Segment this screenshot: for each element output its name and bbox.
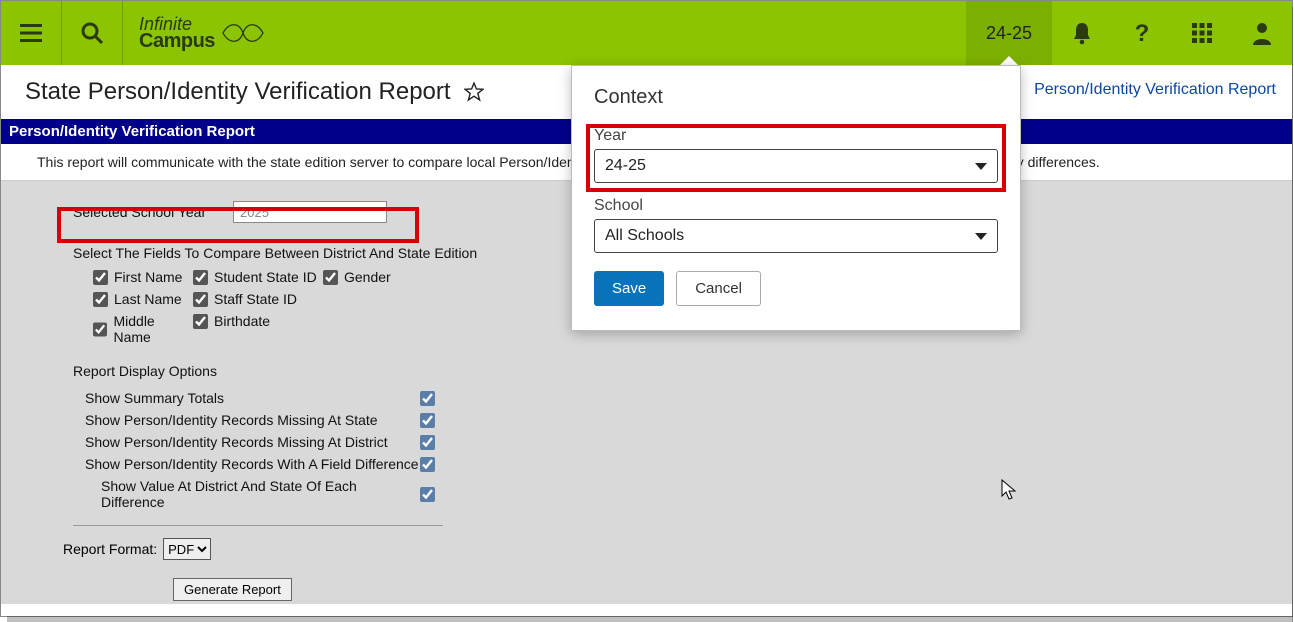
- chevron-down-icon: [975, 163, 987, 170]
- user-icon: [1251, 21, 1273, 45]
- year-context-button[interactable]: 24-25: [966, 1, 1052, 65]
- year-context-label: 24-25: [986, 23, 1032, 44]
- opt-field-diff-label: Show Person/Identity Records With A Fiel…: [85, 456, 419, 472]
- help-icon: ?: [1131, 21, 1153, 45]
- report-format-select[interactable]: PDF: [163, 538, 211, 560]
- search-button[interactable]: [62, 1, 122, 65]
- check-middle-name-label: Middle Name: [113, 313, 193, 345]
- apps-button[interactable]: [1172, 1, 1232, 65]
- topbar: Infinite Campus 24-25 ?: [1, 1, 1292, 65]
- breadcrumb-link[interactable]: Person/Identity Verification Report: [1034, 81, 1276, 99]
- context-year-value: 24-25: [605, 157, 646, 175]
- context-school-dropdown[interactable]: All Schools: [594, 219, 998, 253]
- opt-value-diff-label: Show Value At District And State Of Each…: [101, 478, 420, 510]
- divider: [73, 525, 443, 526]
- chevron-down-icon: [975, 233, 987, 240]
- check-first-name[interactable]: [93, 270, 108, 285]
- opt-field-diff[interactable]: [420, 457, 435, 472]
- opt-summary-label: Show Summary Totals: [85, 390, 224, 406]
- favorite-button[interactable]: [463, 81, 485, 103]
- check-student-state-id[interactable]: [193, 270, 208, 285]
- check-gender[interactable]: [323, 270, 338, 285]
- cursor-icon: [1001, 479, 1017, 501]
- page-title: State Person/Identity Verification Repor…: [25, 78, 451, 106]
- selected-year-label: Selected School Year: [73, 204, 233, 220]
- hamburger-icon: [20, 24, 42, 42]
- context-popover: Context Year 24-25 School All Schools Sa…: [571, 65, 1021, 331]
- check-gender-label: Gender: [344, 269, 391, 285]
- check-birthdate[interactable]: [193, 314, 208, 329]
- check-first-name-label: First Name: [114, 269, 182, 285]
- check-middle-name[interactable]: [93, 322, 107, 337]
- context-title: Context: [594, 86, 998, 109]
- context-school-value: All Schools: [605, 227, 684, 245]
- check-last-name-label: Last Name: [114, 291, 182, 307]
- display-options-label: Report Display Options: [73, 363, 1292, 379]
- user-button[interactable]: [1232, 1, 1292, 65]
- opt-missing-district-label: Show Person/Identity Records Missing At …: [85, 434, 388, 450]
- opt-value-diff[interactable]: [420, 487, 435, 502]
- help-button[interactable]: ?: [1112, 1, 1172, 65]
- check-birthdate-label: Birthdate: [214, 313, 270, 329]
- context-save-button[interactable]: Save: [594, 271, 664, 306]
- logo-line2: Campus: [139, 32, 215, 50]
- search-icon: [81, 22, 103, 44]
- opt-missing-district[interactable]: [420, 435, 435, 450]
- selected-year-input: [233, 201, 387, 223]
- opt-missing-state[interactable]: [420, 413, 435, 428]
- opt-missing-state-label: Show Person/Identity Records Missing At …: [85, 412, 378, 428]
- logo-swirl-icon: [219, 20, 267, 46]
- bell-icon: [1071, 21, 1093, 45]
- grid-icon: [1192, 23, 1212, 43]
- generate-report-button[interactable]: Generate Report: [173, 578, 292, 601]
- context-school-label: School: [594, 197, 998, 215]
- check-last-name[interactable]: [93, 292, 108, 307]
- context-cancel-button[interactable]: Cancel: [676, 271, 761, 306]
- opt-summary[interactable]: [420, 391, 435, 406]
- svg-text:?: ?: [1135, 21, 1150, 45]
- check-student-state-id-label: Student State ID: [214, 269, 317, 285]
- menu-button[interactable]: [1, 1, 61, 65]
- report-format-label: Report Format:: [63, 541, 157, 557]
- context-year-dropdown[interactable]: 24-25: [594, 149, 998, 183]
- notifications-button[interactable]: [1052, 1, 1112, 65]
- logo[interactable]: Infinite Campus: [123, 1, 283, 65]
- star-icon: [464, 82, 484, 102]
- check-staff-state-id-label: Staff State ID: [214, 291, 297, 307]
- check-staff-state-id[interactable]: [193, 292, 208, 307]
- context-year-label: Year: [594, 127, 998, 145]
